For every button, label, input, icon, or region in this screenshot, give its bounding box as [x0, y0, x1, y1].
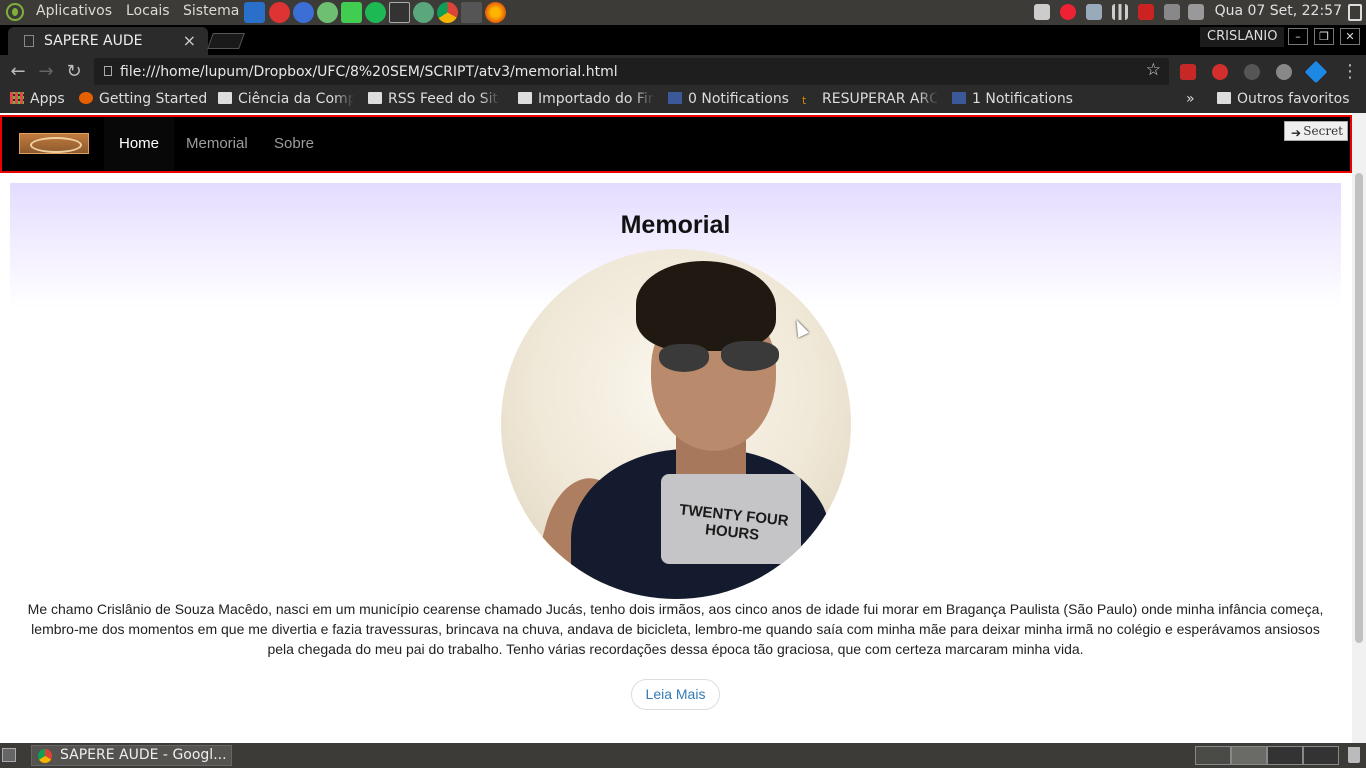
chrome-menu-icon[interactable]: ⋮ — [1340, 61, 1360, 82]
signal-icon[interactable] — [1112, 4, 1128, 20]
read-more-button[interactable]: Leia Mais — [631, 679, 720, 710]
new-tab-button[interactable] — [207, 33, 245, 49]
sublime-launcher-icon[interactable] — [461, 2, 482, 23]
blocked-icon[interactable] — [1060, 4, 1076, 20]
bookmarks-overflow-chevron-icon[interactable]: » — [1186, 91, 1195, 107]
globe-launcher-icon[interactable] — [413, 2, 434, 23]
ublock-icon[interactable] — [1212, 64, 1228, 80]
page-scrollbar[interactable] — [1352, 113, 1366, 743]
qt-launcher-icon[interactable] — [341, 2, 362, 23]
workspace-1[interactable] — [1195, 746, 1231, 765]
memorial-section: Memorial TWENTY FOUR HOURS Me chamo Cris… — [10, 183, 1341, 743]
address-bar[interactable]: ☆ — [94, 58, 1169, 85]
folder-icon — [218, 92, 232, 104]
chrome-icon — [38, 749, 52, 763]
bookmark-star-icon[interactable]: ☆ — [1146, 60, 1161, 80]
bookmark-importado[interactable]: Importado do Fir — [518, 91, 654, 107]
network-launcher-icon[interactable] — [269, 2, 290, 23]
workspace-4[interactable] — [1303, 746, 1339, 765]
firefox-icon — [79, 92, 93, 104]
profile-photo: TWENTY FOUR HOURS — [501, 249, 851, 599]
workspace-2[interactable] — [1231, 746, 1267, 765]
extension-icon[interactable] — [1244, 64, 1260, 80]
dropbox-icon[interactable] — [1034, 4, 1050, 20]
taskbar-window-chrome[interactable]: SAPERE AUDE - Googl... — [31, 745, 232, 766]
tumblr-icon: t — [802, 94, 807, 107]
secret-button-label: Secret — [1303, 124, 1343, 138]
taskbar-window-title: SAPERE AUDE - Googl... — [60, 747, 227, 763]
memorial-text: Me chamo Crislânio de Souza Macêdo, nasc… — [27, 601, 1324, 657]
browser-tab[interactable]: SAPERE AUDE × — [8, 27, 208, 55]
local-file-icon — [104, 66, 112, 76]
bookmark-ciencia-da-comp[interactable]: Ciência da Comp — [218, 91, 354, 107]
clipboard-icon[interactable] — [1188, 4, 1204, 20]
bookmarks-bar: Apps Getting Started Ciência da Comp RSS… — [0, 88, 1366, 113]
bookmark-0-notifications[interactable]: 0 Notifications — [668, 91, 789, 107]
bookmark-resuperar-arq[interactable]: t RESUPERAR ARQ — [802, 91, 938, 107]
bottom-taskbar: SAPERE AUDE - Googl... — [0, 743, 1366, 768]
nav-home[interactable]: Home — [104, 117, 175, 171]
system-clock[interactable]: Qua 07 Set, 22:57 — [1215, 3, 1342, 19]
nav-memorial[interactable]: Memorial — [171, 117, 263, 171]
restore-window-icon[interactable]: ❐ — [1314, 28, 1334, 45]
page-viewport: Home Memorial Sobre ➔ Secret Memorial TW… — [0, 113, 1352, 743]
power-icon[interactable] — [1348, 4, 1362, 21]
mail-icon[interactable] — [1138, 4, 1154, 20]
browser-tab-strip: SAPERE AUDE × CRISLANIO – ❐ ✕ — [0, 25, 1366, 55]
page-title: Memorial — [620, 211, 731, 239]
sign-in-icon: ➔ — [1291, 126, 1302, 140]
terminal-launcher-icon[interactable] — [389, 2, 410, 23]
trash-icon[interactable] — [1348, 747, 1360, 763]
back-arrow-icon[interactable]: ← — [8, 61, 28, 82]
volume-icon[interactable] — [1164, 4, 1180, 20]
browser-toolbar: ← → ↻ ☆ ⋮ — [0, 55, 1366, 88]
bookmark-apps[interactable]: Apps — [10, 91, 65, 107]
url-input[interactable] — [120, 61, 1120, 82]
spotify-launcher-icon[interactable] — [365, 2, 386, 23]
close-window-icon[interactable]: ✕ — [1340, 28, 1360, 45]
extension-icon[interactable] — [1304, 60, 1328, 84]
firefox-launcher-icon[interactable] — [485, 2, 506, 23]
facebook-icon — [668, 92, 682, 104]
minimize-window-icon[interactable]: – — [1288, 28, 1308, 45]
bookmark-outros-favoritos[interactable]: Outros favoritos — [1217, 91, 1350, 107]
bluetooth-icon[interactable] — [1086, 4, 1102, 20]
scrollbar-thumb[interactable] — [1355, 173, 1363, 643]
r-launcher-icon[interactable] — [293, 2, 314, 23]
folder-icon — [1217, 92, 1231, 104]
profile-button[interactable]: CRISLANIO — [1200, 27, 1285, 47]
apps-grid-icon — [10, 92, 24, 104]
extension-icon[interactable] — [1276, 64, 1292, 80]
menu-aplicativos[interactable]: Aplicativos — [36, 3, 112, 19]
bookmark-1-notifications[interactable]: 1 Notifications — [952, 91, 1073, 107]
folder-icon — [368, 92, 382, 104]
adblock-plus-icon[interactable] — [1180, 64, 1196, 80]
site-navbar: Home Memorial Sobre ➔ Secret — [0, 115, 1352, 173]
secret-button[interactable]: ➔ Secret — [1284, 121, 1348, 141]
ubuntu-logo-icon[interactable] — [6, 3, 24, 21]
reload-icon[interactable]: ↻ — [64, 61, 84, 82]
app-launcher-icon[interactable] — [317, 2, 338, 23]
tab-title: SAPERE AUDE — [44, 33, 143, 49]
nav-sobre[interactable]: Sobre — [259, 117, 329, 171]
vscode-launcher-icon[interactable] — [244, 2, 265, 23]
site-logo[interactable] — [19, 133, 89, 154]
bookmark-rss-feed[interactable]: RSS Feed do Site — [368, 91, 500, 107]
page-favicon-icon — [24, 35, 34, 47]
menu-sistema[interactable]: Sistema — [183, 3, 239, 19]
workspace-3[interactable] — [1267, 746, 1303, 765]
system-top-panel: Aplicativos Locais Sistema Qua 07 Set, 2… — [0, 0, 1366, 25]
menu-locais[interactable]: Locais — [126, 3, 170, 19]
bookmark-getting-started[interactable]: Getting Started — [79, 91, 207, 107]
facebook-icon — [952, 92, 966, 104]
chrome-launcher-icon[interactable] — [437, 2, 458, 23]
forward-arrow-icon[interactable]: → — [36, 61, 56, 82]
folder-icon — [518, 92, 532, 104]
tab-close-icon[interactable]: × — [183, 31, 196, 50]
show-desktop-icon[interactable] — [2, 748, 16, 762]
